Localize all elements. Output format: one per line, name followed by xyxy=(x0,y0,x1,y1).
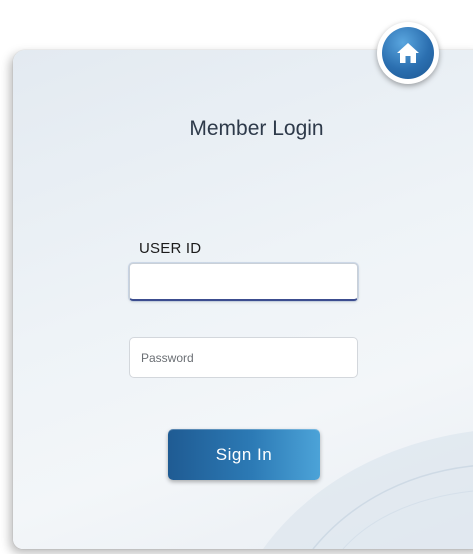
home-button-circle xyxy=(382,27,434,79)
home-button[interactable] xyxy=(377,22,439,84)
page-title: Member Login xyxy=(189,117,324,140)
password-input[interactable] xyxy=(129,337,358,378)
login-screen: Member Login USER ID Sign In xyxy=(0,0,473,554)
home-icon xyxy=(397,43,419,63)
user-id-input[interactable] xyxy=(129,263,358,301)
sign-in-button[interactable]: Sign In xyxy=(168,429,320,480)
user-id-label: USER ID xyxy=(139,240,202,257)
